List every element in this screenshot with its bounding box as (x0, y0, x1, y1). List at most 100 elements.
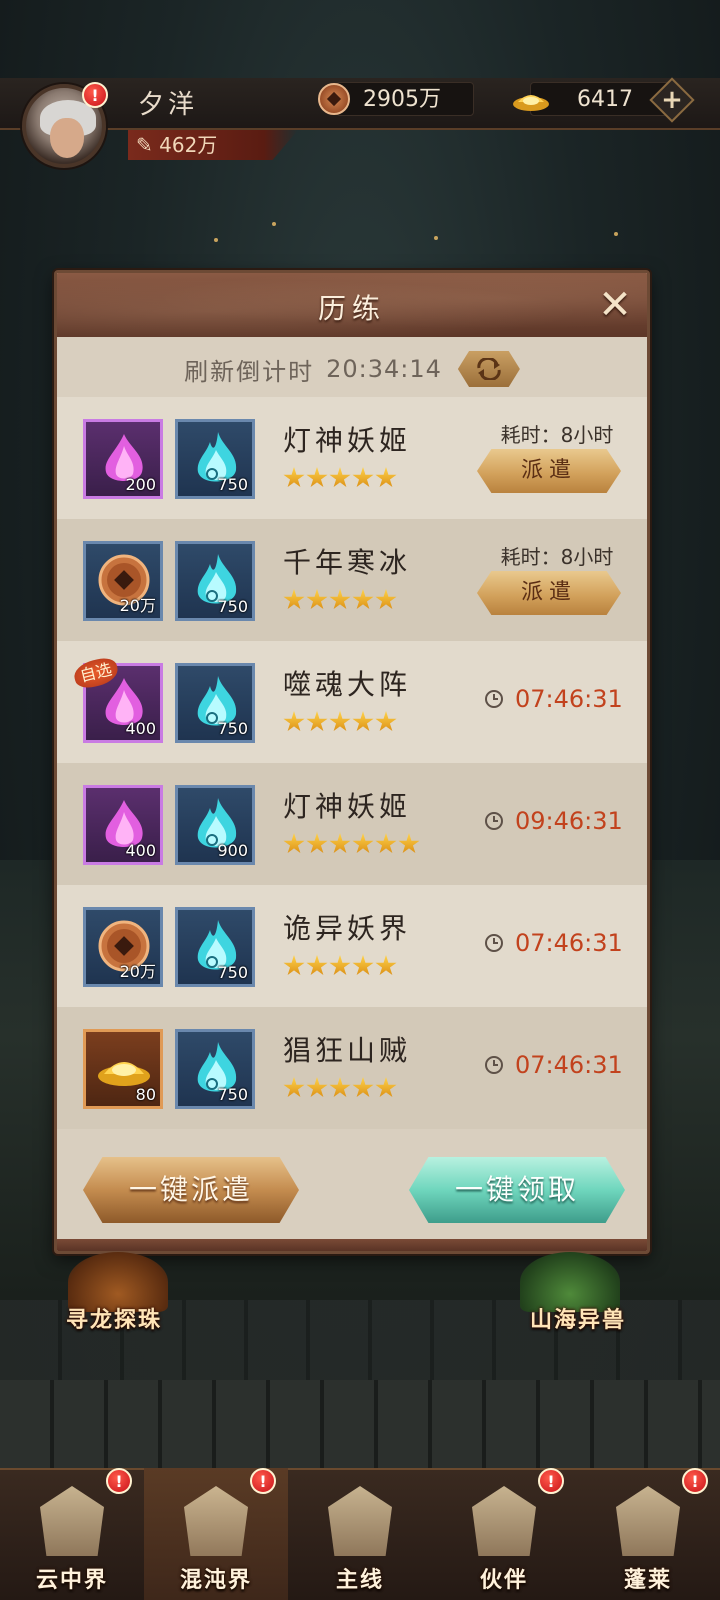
clock-icon (485, 690, 503, 708)
copper-resource: 2905万 (336, 82, 474, 116)
claim-all-button[interactable]: 一键领取 (409, 1157, 625, 1223)
star-icon (306, 711, 328, 732)
star-icon (398, 833, 420, 854)
nav-item[interactable]: 蓬莱! (576, 1468, 720, 1600)
panel-title: 历练 (317, 292, 386, 325)
reward-qty: 750 (217, 963, 248, 982)
nav-alert-badge: ! (106, 1468, 132, 1494)
star-rating (283, 589, 397, 611)
gold-value: 6417 (577, 87, 633, 112)
mythic-beast-label[interactable]: 山海异兽 (530, 1302, 626, 1334)
mission-name: 灯神妖姬 (283, 790, 412, 823)
reward-item-gold-ingot[interactable]: 80 (83, 1029, 163, 1109)
mission-row: 200 750 灯神妖姬 耗时：8小时 派遣 (57, 397, 647, 519)
timer-text: 07:46:31 (515, 1051, 623, 1079)
star-icon (283, 955, 305, 976)
star-icon (375, 1077, 397, 1098)
reward-qty: 750 (217, 475, 248, 494)
mission-timer: 07:46:31 (485, 1051, 623, 1079)
star-icon (352, 955, 374, 976)
refresh-countdown: 20:34:14 (326, 355, 442, 383)
mission-row: 400 自选 750 噬魂大阵 07:46:31 (57, 641, 647, 763)
star-icon (375, 589, 397, 610)
mission-name: 猖狂山贼 (283, 1034, 412, 1067)
star-icon (375, 467, 397, 488)
reward-item-blue-flame[interactable]: 750 (175, 541, 255, 621)
nav-icon (616, 1486, 680, 1556)
reward-item-blue-flame[interactable]: 900 (175, 785, 255, 865)
mission-timer: 09:46:31 (485, 807, 623, 835)
reward-qty: 400 (125, 719, 156, 738)
nav-item[interactable]: 主线 (288, 1468, 432, 1600)
mission-timer: 07:46:31 (485, 929, 623, 957)
dispatch-button[interactable]: 派遣 (477, 571, 621, 615)
mission-name: 灯神妖姬 (283, 424, 412, 457)
reward-qty: 200 (125, 475, 156, 494)
star-icon (352, 711, 374, 732)
mission-duration: 耗时：8小时 (500, 423, 614, 447)
reward-qty: 20万 (119, 962, 156, 981)
dragon-pearl-label[interactable]: 寻龙探珠 (66, 1302, 162, 1334)
star-icon (283, 711, 305, 732)
clock-icon (485, 812, 503, 830)
copper-value: 2905万 (363, 87, 441, 112)
nav-item[interactable]: 云中界! (0, 1468, 144, 1600)
star-rating (283, 711, 397, 733)
reward-item-blue-flame[interactable]: 750 (175, 1029, 255, 1109)
star-icon (283, 1077, 305, 1098)
star-icon (306, 467, 328, 488)
nav-icon (184, 1486, 248, 1556)
star-icon (283, 589, 305, 610)
mission-row: 20万 750 千年寒冰 耗时：8小时 派遣 (57, 519, 647, 641)
plus-icon: + (661, 85, 683, 115)
star-icon (329, 1077, 351, 1098)
nav-alert-badge: ! (538, 1468, 564, 1494)
nav-item[interactable]: 混沌界! (144, 1468, 288, 1600)
player-name: 夕洋 (138, 90, 199, 120)
reward-item-purple-crystal[interactable]: 400 (83, 785, 163, 865)
star-icon (329, 467, 351, 488)
star-icon (375, 711, 397, 732)
refresh-icon (477, 358, 501, 380)
star-icon (306, 589, 328, 610)
star-icon (352, 467, 374, 488)
star-icon (375, 955, 397, 976)
mission-row: 400 900 灯神妖姬 09:46:31 (57, 763, 647, 885)
star-icon (306, 1077, 328, 1098)
reward-item-copper-coin[interactable]: 20万 (83, 907, 163, 987)
dispatch-all-button[interactable]: 一键派遣 (83, 1157, 299, 1223)
nav-item[interactable]: 伙伴! (432, 1468, 576, 1600)
reward-item-copper-coin[interactable]: 20万 (83, 541, 163, 621)
dispatch-button[interactable]: 派遣 (477, 449, 621, 493)
reward-item-purple-crystal[interactable]: 400 自选 (71, 655, 163, 743)
refresh-button[interactable] (457, 351, 520, 387)
reward-item-purple-crystal[interactable]: 200 (83, 419, 163, 499)
star-rating (283, 1077, 397, 1099)
nav-alert-badge: ! (682, 1468, 708, 1494)
star-rating (283, 467, 397, 489)
refresh-label: 刷新倒计时 (184, 357, 315, 386)
mission-duration: 耗时：8小时 (500, 545, 614, 569)
reward-item-blue-flame[interactable]: 750 (175, 663, 255, 743)
reward-qty: 20万 (119, 596, 156, 615)
star-icon (283, 833, 305, 854)
reward-qty: 400 (125, 841, 156, 860)
close-icon[interactable]: ✕ (595, 285, 635, 325)
reward-item-blue-flame[interactable]: 750 (175, 907, 255, 987)
timer-text: 07:46:31 (515, 929, 623, 957)
power-value: 462万 (159, 133, 218, 157)
refresh-row: 刷新倒计时 20:34:14 (57, 341, 647, 397)
avatar-alert-badge: ! (82, 82, 108, 108)
reward-item-blue-flame[interactable]: 750 (175, 419, 255, 499)
avatar-face (50, 118, 84, 158)
star-icon (329, 711, 351, 732)
star-icon (352, 1077, 374, 1098)
gold-ingot-icon (513, 95, 549, 111)
timer-text: 07:46:31 (515, 685, 623, 713)
panel-footer-bar (57, 1239, 647, 1251)
mission-row: 80 750 猖狂山贼 07:46:31 (57, 1007, 647, 1129)
timer-text: 09:46:31 (515, 807, 623, 835)
star-icon (329, 589, 351, 610)
reward-qty: 750 (217, 597, 248, 616)
nav-label: 云中界 (35, 1568, 108, 1593)
